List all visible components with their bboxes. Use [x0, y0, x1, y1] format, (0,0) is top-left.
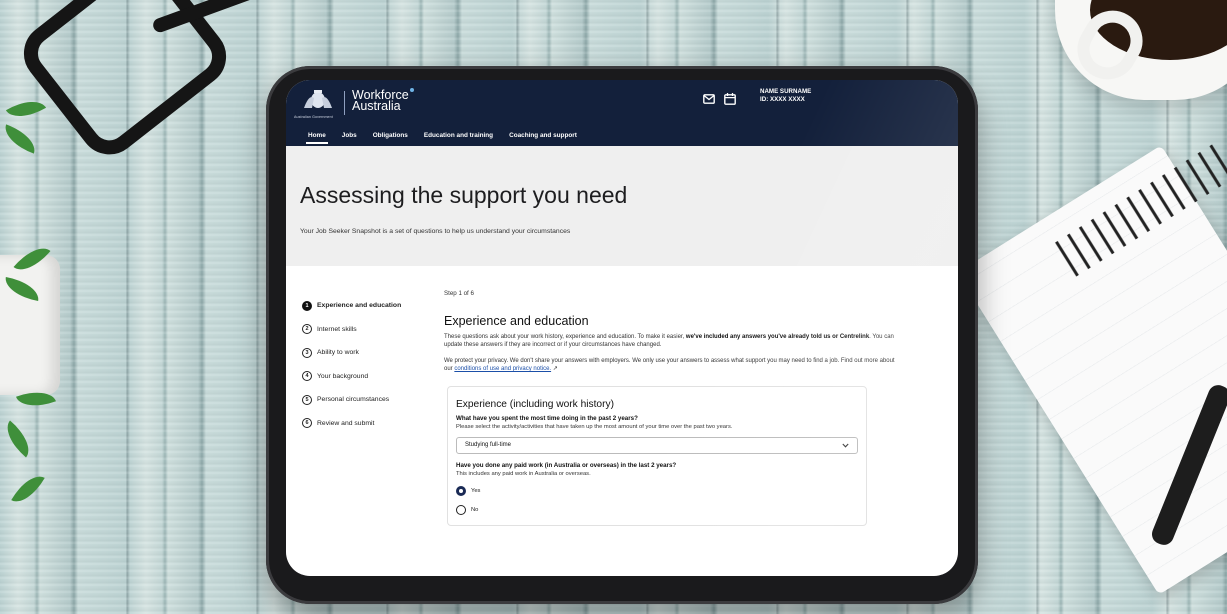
step-label: Internet skills: [317, 325, 357, 333]
card-title: Experience (including work history): [456, 398, 614, 410]
intro-text-a: These questions ask about your work hist…: [444, 334, 686, 340]
step-label: Your background: [317, 372, 369, 380]
radio-option-no[interactable]: No: [456, 504, 858, 515]
intro-text: These questions ask about your work hist…: [444, 333, 896, 350]
step-number: 2: [302, 324, 312, 335]
main-nav: Home Jobs Obligations Education and trai…: [306, 132, 577, 144]
step-number: 3: [302, 347, 312, 358]
activity-select[interactable]: Studying full-time: [456, 436, 858, 454]
step-number: 6: [302, 418, 312, 429]
question-paid-work: Have you done any paid work (in Australi…: [456, 461, 677, 469]
step-review-submit[interactable]: 6 Review and submit: [302, 412, 401, 436]
brand-line2: Australia: [352, 99, 401, 113]
activity-select-value: Studying full-time: [465, 442, 512, 449]
nav-item-jobs[interactable]: Jobs: [342, 132, 357, 139]
mail-icon[interactable]: [702, 92, 715, 105]
step-personal-circumstances[interactable]: 5 Personal circumstances: [302, 388, 401, 412]
question-time-spent-hint: Please select the activity/activities th…: [456, 423, 733, 430]
crest-caption: Australian Government: [294, 115, 333, 119]
nav-item-education[interactable]: Education and training: [424, 132, 493, 139]
form-content: Step 1 of 6 Experience and education The…: [444, 290, 896, 526]
user-id: ID: XXXX XXXX: [760, 96, 805, 103]
government-crest-icon: [304, 90, 332, 108]
nav-item-obligations[interactable]: Obligations: [373, 132, 408, 139]
nav-item-coaching[interactable]: Coaching and support: [509, 132, 577, 139]
section-title: Experience and education: [444, 314, 589, 328]
question-time-spent: What have you spent the most time doing …: [456, 414, 638, 422]
radio-yes[interactable]: [456, 485, 466, 496]
user-name: NAME SURNAME: [760, 88, 812, 95]
step-list: 1 Experience and education 2 Internet sk…: [302, 294, 401, 435]
user-info[interactable]: NAME SURNAME ID: XXXX XXXX: [760, 88, 811, 104]
privacy-text: We protect your privacy. We don't share …: [444, 357, 896, 374]
brand-logo[interactable]: Workforce Australia: [352, 89, 409, 113]
radio-no[interactable]: [456, 504, 466, 515]
step-your-background[interactable]: 4 Your background: [302, 365, 401, 389]
intro-text-bold: we've included any answers you've alread…: [685, 334, 870, 340]
question-paid-work-hint: This includes any paid work in Australia…: [456, 470, 591, 477]
brand-divider: [344, 91, 345, 115]
radio-option-yes[interactable]: Yes: [456, 485, 858, 496]
page-subtitle: Your Job Seeker Snapshot is a set of que…: [300, 228, 571, 235]
step-label: Personal circumstances: [317, 396, 390, 404]
step-experience-education[interactable]: 1 Experience and education: [302, 294, 401, 318]
radio-no-label: No: [471, 506, 479, 513]
step-label: Review and submit: [317, 419, 375, 427]
step-label: Ability to work: [317, 349, 359, 357]
page-title: Assessing the support you need: [300, 182, 628, 208]
experience-card: Experience (including work history) What…: [447, 385, 867, 526]
page-hero: Assessing the support you need Your Job …: [286, 146, 958, 266]
radio-yes-label: Yes: [471, 487, 481, 494]
step-number: 5: [302, 394, 312, 405]
nav-item-home[interactable]: Home: [306, 132, 328, 144]
plant-prop: [0, 90, 60, 530]
chevron-down-icon: [842, 443, 849, 448]
external-link-icon: ↗: [552, 366, 558, 373]
step-number: 4: [302, 371, 312, 382]
privacy-link[interactable]: conditions of use and privacy notice.: [454, 366, 551, 372]
site-header: Australian Government Workforce Australi…: [286, 80, 958, 146]
step-internet-skills[interactable]: 2 Internet skills: [302, 318, 401, 342]
step-number: 1: [302, 300, 312, 311]
step-indicator: Step 1 of 6: [444, 290, 474, 297]
brand-dot-icon: [410, 88, 414, 92]
calendar-icon[interactable]: [723, 92, 736, 105]
step-label: Experience and education: [317, 302, 402, 310]
step-ability-to-work[interactable]: 3 Ability to work: [302, 341, 401, 365]
